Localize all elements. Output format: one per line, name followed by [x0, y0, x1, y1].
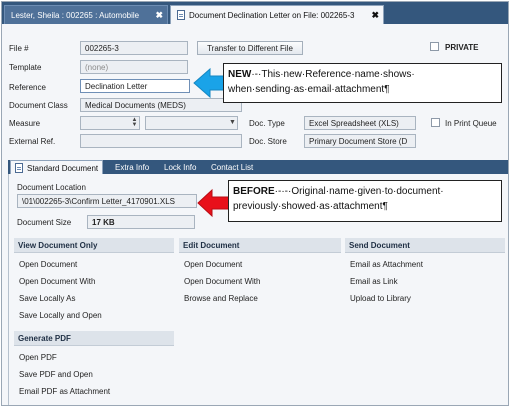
red-arrow-icon — [197, 188, 231, 218]
save-locally-as[interactable]: Save Locally As — [19, 294, 75, 303]
doc-type-field[interactable]: Excel Spreadsheet (XLS) — [304, 116, 416, 130]
new-reference-callout: NEW·-·This·new·Reference·name·shows· whe… — [223, 63, 502, 103]
tab-label: Document Declination Letter on File: 002… — [189, 10, 355, 20]
close-icon[interactable]: ✖ — [367, 10, 379, 21]
external-ref-field[interactable] — [80, 134, 242, 148]
callout-text: when·sending·as·email·attachment¶ — [228, 84, 390, 95]
document-tab-strip: Lester, Sheila : 002265 : Automobile ✖ D… — [2, 2, 508, 24]
measure-label: Measure — [9, 119, 41, 128]
email-as-link[interactable]: Email as Link — [350, 277, 398, 286]
upload-to-library[interactable]: Upload to Library — [350, 294, 411, 303]
document-class-field[interactable]: Medical Documents (MEDS) — [80, 98, 242, 112]
reference-label: Reference — [9, 83, 46, 92]
document-size-label: Document Size — [17, 218, 72, 227]
in-print-queue-checkbox[interactable] — [431, 118, 440, 127]
in-print-queue-label: In Print Queue — [445, 119, 497, 128]
tab-label: Lester, Sheila : 002265 : Automobile — [11, 10, 140, 20]
before-original-name-callout: BEFORE·-·-·Original·name·given·to·docume… — [228, 180, 502, 222]
view-open-document[interactable]: Open Document — [19, 260, 77, 269]
file-number-field[interactable]: 002265-3 — [80, 41, 188, 55]
email-pdf-as-attachment[interactable]: Email PDF as Attachment — [19, 387, 110, 396]
transfer-file-button[interactable]: Transfer to Different File — [197, 41, 303, 55]
tab-label: Standard Document — [27, 163, 99, 173]
private-label: PRIVATE — [445, 43, 479, 52]
callout-line: NEW·-·This·new·Reference·name·shows· — [228, 67, 497, 82]
callout-line: BEFORE·-·-·Original·name·given·to·docume… — [233, 184, 497, 199]
browse-and-replace[interactable]: Browse and Replace — [184, 294, 258, 303]
measure-unit-select[interactable] — [145, 116, 238, 130]
tab-contact-list[interactable]: Contact List — [211, 160, 253, 174]
save-pdf-and-open[interactable]: Save PDF and Open — [19, 370, 93, 379]
chevron-down-icon[interactable]: ▼ — [229, 119, 236, 126]
template-label: Template — [9, 63, 42, 72]
open-pdf[interactable]: Open PDF — [19, 353, 57, 362]
callout-keyword: BEFORE — [233, 186, 275, 197]
document-location-field[interactable]: \01\002265-3\Confirm Letter_4170901.XLS — [17, 194, 197, 208]
generate-pdf-header: Generate PDF — [14, 331, 174, 346]
measure-stepper[interactable]: ▲ ▼ — [130, 116, 139, 130]
document-class-label: Document Class — [9, 101, 68, 110]
view-open-document-with[interactable]: Open Document With — [19, 277, 95, 286]
file-number-label: File # — [9, 44, 29, 53]
document-location-label: Document Location — [17, 183, 86, 192]
save-locally-and-open[interactable]: Save Locally and Open — [19, 311, 102, 320]
document-icon — [177, 10, 185, 20]
tab-extra-info[interactable]: Extra Info — [115, 160, 149, 174]
external-ref-label: External Ref. — [9, 137, 56, 146]
view-document-header: View Document Only — [14, 238, 174, 253]
callout-text: previously·showed·as·attachment¶ — [233, 201, 388, 212]
tab-lock-info[interactable]: Lock Info — [164, 160, 196, 174]
callout-text: ·-·-·Original·name·given·to·document· — [274, 186, 444, 197]
email-as-attachment[interactable]: Email as Attachment — [350, 260, 423, 269]
detail-tab-strip: Standard Document Extra Info Lock Info C… — [8, 160, 508, 175]
doc-store-field[interactable]: Primary Document Store (D — [304, 134, 416, 148]
doc-type-label: Doc. Type — [249, 119, 285, 128]
edit-open-document-with[interactable]: Open Document With — [184, 277, 260, 286]
tab-standard-document[interactable]: Standard Document — [10, 160, 104, 175]
tab-file-lester[interactable]: Lester, Sheila : 002265 : Automobile ✖ — [4, 5, 168, 24]
reference-input[interactable]: Declination Letter — [80, 79, 190, 93]
doc-store-label: Doc. Store — [249, 137, 287, 146]
template-field[interactable]: (none) — [80, 60, 188, 74]
send-document-header: Send Document — [345, 238, 505, 253]
close-icon[interactable]: ✖ — [151, 10, 163, 21]
private-checkbox[interactable] — [430, 42, 439, 51]
edit-open-document[interactable]: Open Document — [184, 260, 242, 269]
document-size-field: 17 KB — [87, 215, 195, 229]
document-icon — [15, 163, 23, 173]
app-window: Lester, Sheila : 002265 : Automobile ✖ D… — [1, 1, 509, 406]
edit-document-header: Edit Document — [179, 238, 341, 253]
callout-keyword: NEW — [228, 69, 252, 80]
callout-text: ·-·This·new·Reference·name·shows· — [251, 69, 415, 80]
tab-document-declination[interactable]: Document Declination Letter on File: 002… — [170, 5, 384, 24]
